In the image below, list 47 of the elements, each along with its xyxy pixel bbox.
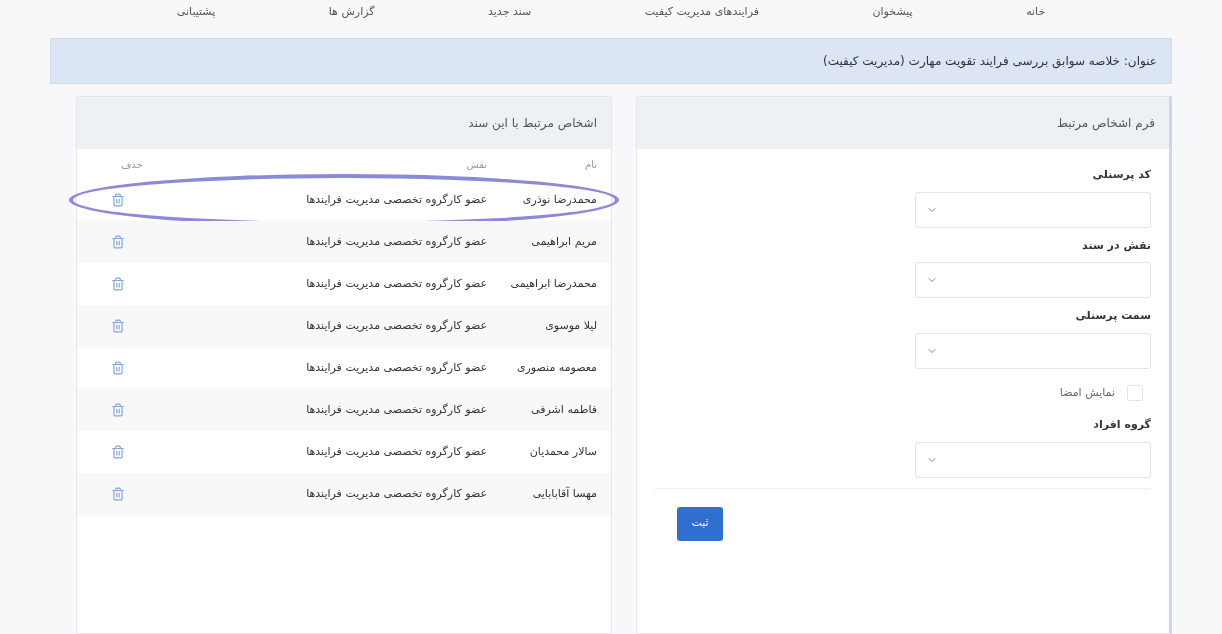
table-cell-text: سالار محمدیان [528, 443, 597, 460]
trash-icon[interactable] [111, 235, 125, 249]
checkbox[interactable] [1127, 384, 1143, 401]
trash-icon[interactable] [111, 487, 125, 501]
table-cell-text: محمدرضا ابراهیمی [509, 275, 597, 292]
table-cell-text: لیلا موسوی [544, 317, 597, 334]
table-cell-text: عضو کارگروه تخصصی مدیریت فرایندها [305, 485, 487, 502]
table-cell-text: عضو کارگروه تخصصی مدیریت فرایندها [305, 401, 487, 418]
select-field[interactable] [915, 262, 1151, 298]
field-label: سمت پرسنلی [1074, 308, 1151, 324]
nav-link[interactable]: سند جدید [488, 3, 532, 21]
trash-icon[interactable] [111, 445, 125, 459]
nav-link[interactable]: خانه [1026, 3, 1046, 21]
table-cell-text: عضو کارگروه تخصصی مدیریت فرایندها [305, 233, 487, 250]
field-label: کد پرسنلی [1091, 167, 1151, 183]
table-cell-text: عضو کارگروه تخصصی مدیریت فرایندها [305, 359, 487, 376]
trash-icon[interactable] [111, 403, 125, 417]
table-cell-text: مهسا آقابابایی [531, 485, 597, 502]
table-cell-text: فاطمه اشرفی [530, 401, 597, 418]
table-cell-text: عضو کارگروه تخصصی مدیریت فرایندها [305, 443, 487, 460]
select-field[interactable] [915, 441, 1151, 478]
trash-icon[interactable] [111, 277, 125, 291]
table-cell-text: عضو کارگروه تخصصی مدیریت فرایندها [305, 275, 487, 292]
document-title-banner: عنوان: خلاصه سوابق بررسی فرایند تقویت مهارت (مدیریت کیفیت) [50, 38, 1172, 84]
submit-button[interactable]: ثبت [677, 506, 723, 541]
trash-icon[interactable] [111, 319, 125, 333]
column-header: حذف [120, 157, 144, 172]
field-label: گروه افراد [1092, 417, 1151, 433]
column-header: نام [583, 157, 597, 172]
table-cell-text: مریم ابراهیمی [530, 233, 597, 250]
select-field[interactable] [915, 332, 1151, 369]
panel-title: فرم اشخاص مرتبط [1056, 115, 1155, 132]
select-field[interactable] [915, 191, 1151, 228]
trash-icon[interactable] [111, 361, 125, 375]
table-cell-text: عضو کارگروه تخصصی مدیریت فرایندها [305, 317, 487, 334]
nav-link[interactable]: گزارش ها [328, 3, 375, 21]
panel-title: اشخاص مرتبط با این سند [468, 115, 597, 132]
table-cell-text: عضو کارگروه تخصصی مدیریت فرایندها [305, 191, 487, 208]
table-cell-text: معصومه منصوری [515, 359, 597, 376]
column-header: نقش [465, 157, 487, 172]
checkbox-label: نمایش امضا [1059, 384, 1115, 401]
table-cell-text: محمدرضا نوذری [521, 191, 597, 208]
nav-link[interactable]: فرایندهای مدیریت کیفیت [644, 3, 759, 21]
field-label: نقش در سند [1081, 237, 1151, 254]
nav-link[interactable]: پشتیبانی [176, 3, 216, 21]
nav-link[interactable]: پیشخوان [872, 3, 913, 21]
trash-icon[interactable] [111, 193, 125, 207]
